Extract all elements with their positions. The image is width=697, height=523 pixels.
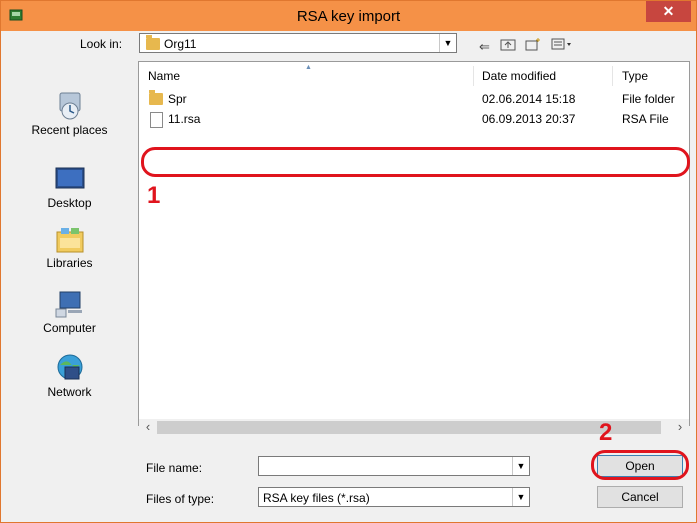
column-header-name[interactable]: Name [148,62,180,90]
place-recent-label: Recent places [31,123,108,137]
sort-arrow-icon: ▲ [305,64,312,71]
back-arrow-icon[interactable]: ⇐ [479,39,490,55]
up-folder-icon[interactable] [500,37,516,54]
window-title: RSA key import [296,8,401,25]
nav-toolbar: ⇐ [479,37,579,55]
file-icon [150,112,163,128]
file-type-value: RSA key files (*.rsa) [263,491,370,505]
view-menu-icon[interactable] [551,37,573,54]
list-item-name: Spr [168,92,187,106]
close-icon: ✕ [662,3,675,19]
scroll-left-icon[interactable]: ‹ [141,419,155,435]
file-type-label: Files of type: [146,492,215,506]
dialog-window: RSA key import ✕ Look in: Org11 ▼ ⇐ Rece… [0,0,697,523]
list-item-name: 11.rsa [168,112,201,126]
place-computer[interactable]: Computer [11,289,128,335]
scroll-thumb[interactable] [157,421,661,434]
place-network[interactable]: Network [11,353,128,399]
file-list[interactable]: Name ▲ Date modified Type Spr 02.06.2014… [138,61,690,426]
title-bar[interactable]: RSA key import ✕ [1,1,696,31]
place-recent[interactable]: Recent places [11,91,128,137]
list-item-type: RSA File [622,112,669,126]
place-computer-label: Computer [43,321,96,335]
chevron-down-icon[interactable]: ▼ [512,457,529,475]
folder-icon [146,35,160,50]
place-desktop-label: Desktop [47,196,92,210]
place-network-label: Network [47,385,92,399]
place-libraries[interactable]: Libraries [11,224,128,270]
folder-icon [149,90,163,105]
list-item-type: File folder [622,92,675,106]
column-header-type[interactable]: Type [622,62,648,90]
network-icon [54,353,86,383]
annotation-number-2: 2 [599,419,613,446]
list-item[interactable]: 11.rsa 06.09.2013 20:37 RSA File [139,109,689,129]
close-button[interactable]: ✕ [646,1,691,22]
file-name-label: File name: [146,461,203,475]
look-in-label: Look in: [80,37,123,51]
list-item[interactable]: Spr 02.06.2014 15:18 File folder [139,89,689,109]
annotation-number-1: 1 [147,182,161,209]
list-item-date: 06.09.2013 20:37 [482,112,576,126]
list-item-date: 02.06.2014 15:18 [482,92,576,106]
cancel-button[interactable]: Cancel [597,486,683,508]
recent-places-icon [54,91,86,121]
desktop-icon [54,164,86,194]
file-type-select[interactable]: RSA key files (*.rsa) ▼ [258,487,530,507]
place-libraries-label: Libraries [46,256,93,270]
places-bar: Recent places Desktop Libraries Computer… [11,61,128,421]
highlight-file-row [141,147,690,177]
new-folder-icon[interactable] [525,37,541,54]
chevron-down-icon[interactable]: ▼ [512,488,529,506]
column-header-date[interactable]: Date modified [482,62,556,90]
libraries-icon [54,224,86,254]
place-desktop[interactable]: Desktop [11,164,128,210]
file-name-field[interactable]: ▼ [258,456,530,476]
computer-icon [54,289,86,319]
scroll-right-icon[interactable]: › [673,419,687,435]
look-in-value: Org11 [164,37,197,51]
highlight-open-button [591,450,689,480]
look-in-combo[interactable]: Org11 ▼ [139,33,457,53]
chevron-down-icon[interactable]: ▼ [439,34,456,52]
